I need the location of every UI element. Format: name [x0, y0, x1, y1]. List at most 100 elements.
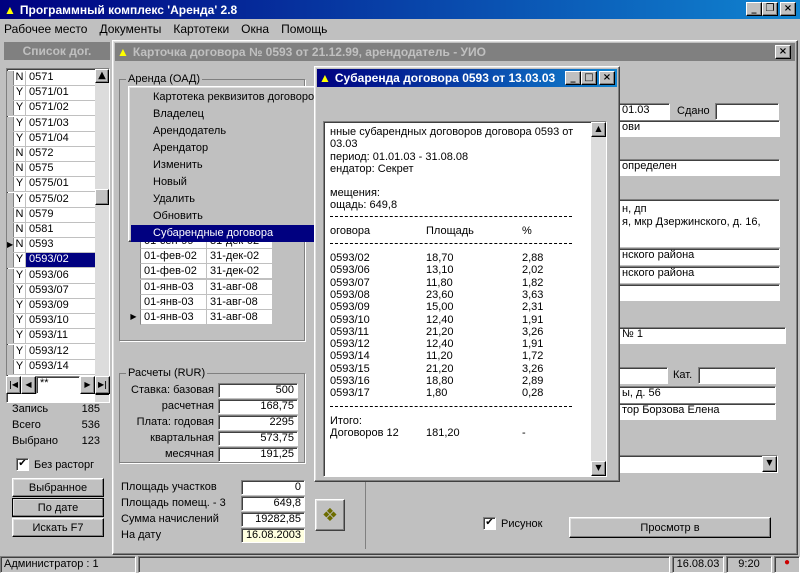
- empty-field[interactable]: [618, 284, 780, 301]
- menu-okna[interactable]: Окна: [241, 22, 269, 36]
- card-close-icon[interactable]: ×: [775, 45, 791, 59]
- context-menu-item[interactable]: Картотека реквизитов договоров: [131, 89, 343, 106]
- context-menu-item[interactable]: Арендодатель: [131, 123, 343, 140]
- list-item[interactable]: ▶ N 0593: [7, 238, 99, 254]
- vybrannoe-button[interactable]: Выбранное: [12, 478, 104, 497]
- field-ovi[interactable]: ови: [618, 120, 780, 137]
- table-row[interactable]: ▶ 01-янв-03 31-авг-08: [124, 310, 276, 325]
- list-item[interactable]: Y 0593/07: [7, 283, 99, 299]
- rasch-value[interactable]: 191,25: [218, 446, 298, 462]
- list-item[interactable]: N 0581: [7, 223, 99, 238]
- prev-record-icon[interactable]: ◀: [21, 376, 36, 394]
- list-item[interactable]: Y 0593/14: [7, 359, 99, 375]
- context-menu-item[interactable]: Изменить: [131, 157, 343, 174]
- rasch-value[interactable]: 500: [218, 382, 298, 398]
- filter-input[interactable]: **: [36, 376, 80, 394]
- menu-documents[interactable]: Документы: [99, 22, 161, 36]
- list-item[interactable]: Y 0575/01: [7, 177, 99, 193]
- report-scrollbar[interactable]: ▲ ▼: [591, 122, 606, 476]
- street-field[interactable]: ы, д. 56: [618, 386, 776, 403]
- row-marker: [7, 147, 14, 161]
- sub-close-icon[interactable]: ×: [599, 71, 615, 85]
- table-row[interactable]: 01-янв-03 31-авг-08: [124, 279, 276, 295]
- context-menu-item[interactable]: Владелец: [131, 106, 343, 123]
- list-item[interactable]: Y 0593/11: [7, 329, 99, 345]
- row-marker: [7, 101, 14, 116]
- list-item[interactable]: Y 0571/04: [7, 131, 99, 147]
- list-item[interactable]: Y 0571/01: [7, 86, 99, 102]
- card-titlebar: ▲ Карточка договора № 0593 от 21.12.99, …: [115, 43, 795, 61]
- date-field[interactable]: 01.03: [618, 103, 670, 120]
- menu-kartoteki[interactable]: Картотеки: [173, 22, 229, 36]
- context-menu-item[interactable]: Обновить: [131, 208, 343, 225]
- last-record-icon[interactable]: ▶|: [95, 376, 110, 394]
- list-item[interactable]: Y 0593/02: [7, 253, 99, 269]
- first-record-icon[interactable]: |◀: [6, 376, 21, 394]
- sub-window: ▲ Субаренда договора 0593 от 13.03.03 _ …: [314, 66, 620, 482]
- rayon-field-1[interactable]: нского района: [618, 248, 780, 265]
- field-opredelen[interactable]: определен: [618, 159, 780, 176]
- list-item[interactable]: N 0572: [7, 147, 99, 162]
- scroll-thumb[interactable]: [95, 189, 109, 205]
- picture-icon[interactable]: ❖: [315, 499, 345, 531]
- bottom-value[interactable]: 0: [241, 479, 305, 495]
- list-item[interactable]: N 0575: [7, 162, 99, 178]
- scroll-down-icon[interactable]: ▼: [591, 461, 606, 476]
- sub-maximize-icon[interactable]: □: [581, 71, 597, 85]
- rasch-value[interactable]: 168,75: [218, 398, 298, 414]
- menu-rabochee[interactable]: Рабочее место: [4, 22, 87, 36]
- field-short[interactable]: [618, 367, 668, 384]
- bottom-value[interactable]: 19282,85: [241, 511, 305, 527]
- context-menu-item[interactable]: Субарендные договора: [131, 225, 343, 242]
- close-icon[interactable]: ×: [780, 2, 796, 16]
- context-menu-item[interactable]: Удалить: [131, 191, 343, 208]
- table-row[interactable]: 01-фев-02 31-дек-02: [124, 249, 276, 265]
- sdano-field[interactable]: [715, 103, 779, 120]
- tray-icon: ●: [774, 556, 800, 573]
- bez-rastorg-checkbox[interactable]: ✔ Без расторг: [16, 458, 94, 471]
- bottom-value[interactable]: 649,8: [241, 495, 305, 511]
- director-field[interactable]: тор Борзова Елена: [618, 403, 776, 420]
- row-marker: [7, 86, 14, 101]
- list-item[interactable]: Y 0575/02: [7, 192, 99, 208]
- risunok-checkbox[interactable]: ✔ Рисунок: [483, 517, 543, 530]
- list-scrollbar[interactable]: ▲ ▼: [95, 69, 109, 402]
- scroll-up-icon[interactable]: ▲: [591, 122, 606, 137]
- context-menu-item[interactable]: Арендатор: [131, 140, 343, 157]
- po-date-button[interactable]: По дате: [12, 498, 104, 517]
- list-item[interactable]: Y 0571/03: [7, 116, 99, 132]
- dropdown-select[interactable]: ▼: [618, 455, 778, 473]
- scroll-up-icon[interactable]: ▲: [95, 69, 109, 83]
- list-item[interactable]: Y 0593/10: [7, 314, 99, 330]
- next-record-icon[interactable]: ▶: [80, 376, 95, 394]
- menu-help[interactable]: Помощь: [281, 22, 327, 36]
- checkbox-check-icon[interactable]: ✔: [16, 458, 29, 471]
- list-item[interactable]: Y 0571/02: [7, 101, 99, 117]
- kat-field[interactable]: [698, 367, 776, 384]
- minimize-icon[interactable]: _: [746, 2, 762, 16]
- chevron-down-icon[interactable]: ▼: [762, 456, 777, 472]
- context-menu-item[interactable]: Новый: [131, 174, 343, 191]
- list-item[interactable]: N 0579: [7, 207, 99, 223]
- list-item[interactable]: Y 0593/09: [7, 299, 99, 314]
- prosmotr-button[interactable]: Просмотр в: [569, 517, 771, 538]
- sdano-label: Сдано: [677, 105, 710, 117]
- restore-icon[interactable]: ❐: [762, 2, 778, 16]
- contract-list[interactable]: N 0571 Y 0571/01 Y 0571/02 Y 0571/03 Y 0571/04 N 05…: [6, 68, 110, 403]
- address-field[interactable]: н, дп я, мкр Дзержинского, д. 16,: [618, 199, 780, 247]
- list-item[interactable]: Y 0593/12: [7, 344, 99, 360]
- bottom-value[interactable]: 16.08.2003: [241, 527, 305, 543]
- row-marker: [124, 294, 141, 310]
- list-item[interactable]: Y 0593/06: [7, 268, 99, 284]
- sub-minimize-icon[interactable]: _: [565, 71, 581, 85]
- rayon-field-2[interactable]: нского района: [618, 266, 780, 283]
- list-item[interactable]: N 0571: [7, 71, 99, 86]
- report-row: 0593/09 15,00 2,31: [330, 301, 544, 314]
- search-button[interactable]: Искать F7: [12, 518, 104, 537]
- table-row[interactable]: 01-фев-02 31-дек-02: [124, 264, 276, 280]
- number-field[interactable]: № 1: [618, 327, 786, 344]
- rasch-value[interactable]: 2295: [218, 414, 298, 430]
- rasch-value[interactable]: 573,75: [218, 430, 298, 446]
- table-row[interactable]: 01-янв-03 31-авг-08: [124, 294, 276, 310]
- checkbox-check-icon[interactable]: ✔: [483, 517, 496, 530]
